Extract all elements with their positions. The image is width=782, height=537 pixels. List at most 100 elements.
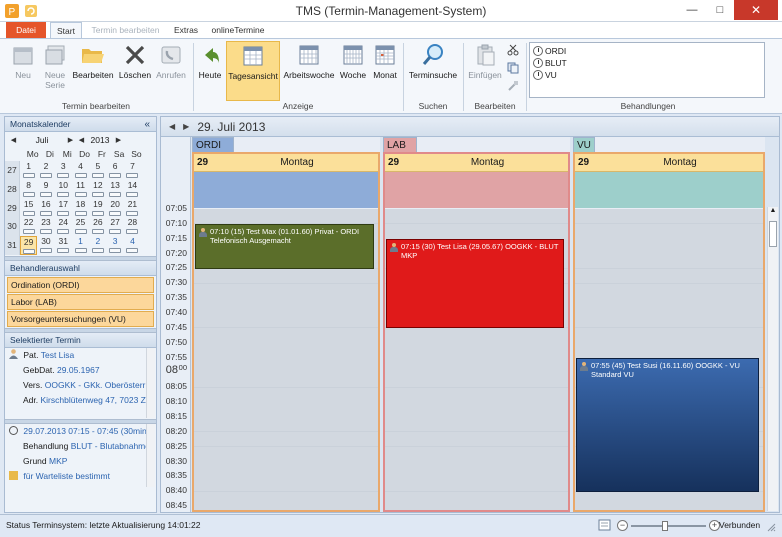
- all-day-area[interactable]: [385, 172, 568, 208]
- calendar-day[interactable]: 2: [89, 236, 106, 255]
- calendar-day[interactable]: 29: [20, 236, 38, 255]
- resource-day-body[interactable]: 29 Montag 07:55 (45) Test Susi (16.11.60) …: [573, 152, 765, 512]
- copy-icon[interactable]: [506, 61, 520, 75]
- scroll-thumb[interactable]: [769, 221, 777, 247]
- day-number: 29: [388, 157, 400, 168]
- calendar-day[interactable]: 24: [55, 217, 72, 236]
- resource-item-lab[interactable]: Labor (LAB): [7, 293, 154, 310]
- anrufen-button[interactable]: Anrufen: [155, 41, 187, 99]
- close-button[interactable]: ✕: [734, 0, 778, 20]
- calendar-day[interactable]: 6: [106, 161, 123, 180]
- terminsuche-button[interactable]: Terminsuche: [406, 41, 460, 99]
- calendar-day[interactable]: 16: [37, 199, 54, 218]
- resize-grip-icon[interactable]: [767, 523, 776, 532]
- time-slots[interactable]: 07:10 (15) Test Max (01.01.60) Privat - …: [194, 209, 378, 510]
- scroll-up-icon[interactable]: ▲: [769, 207, 777, 217]
- collapse-chevron-icon[interactable]: «: [144, 117, 150, 132]
- calendar-day[interactable]: 11: [72, 180, 89, 199]
- calendar-day[interactable]: 23: [37, 217, 54, 236]
- loeschen-button[interactable]: Löschen: [117, 41, 153, 99]
- behandlung-item[interactable]: VU: [533, 69, 761, 81]
- monat-button[interactable]: Monat: [370, 41, 400, 99]
- day-load-indicator: [57, 210, 70, 216]
- calendar-day[interactable]: 4: [124, 236, 141, 255]
- calendar-day[interactable]: 3: [55, 161, 72, 180]
- zoom-slider[interactable]: [631, 520, 706, 531]
- bearbeiten-button[interactable]: Bearbeiten: [72, 41, 114, 99]
- calendar-day[interactable]: 1: [72, 236, 89, 255]
- behandlung-item[interactable]: ORDI: [533, 45, 761, 57]
- day-load-indicator: [57, 229, 70, 235]
- calendar-day[interactable]: 19: [89, 199, 106, 218]
- zoom-slider-thumb[interactable]: [662, 520, 669, 531]
- neu-button[interactable]: Neu: [8, 41, 38, 99]
- prev-month-icon[interactable]: ◀: [9, 136, 18, 144]
- print-preview-icon[interactable]: [598, 519, 611, 531]
- day-load-indicator: [109, 248, 122, 254]
- calendar-day[interactable]: 10: [55, 180, 72, 199]
- calendar-day[interactable]: 15: [20, 199, 37, 218]
- calendar-day[interactable]: 12: [89, 180, 106, 199]
- next-day-icon[interactable]: ▶: [183, 122, 189, 131]
- calendar-day[interactable]: 26: [89, 217, 106, 236]
- calendar-day[interactable]: 31: [55, 236, 72, 255]
- calendar-day[interactable]: 9: [37, 180, 54, 199]
- details-scrollbar[interactable]: [146, 423, 155, 487]
- minimize-button[interactable]: —: [678, 0, 706, 20]
- calendar-day[interactable]: 25: [72, 217, 89, 236]
- tab-extras[interactable]: Extras: [170, 22, 202, 38]
- next-month-icon[interactable]: ▶: [66, 136, 75, 144]
- resource-tab[interactable]: ORDI: [192, 137, 234, 152]
- tab-onlinetermine[interactable]: onlineTermine: [208, 22, 268, 38]
- time-slots[interactable]: 07:15 (30) Test Lisa (29.05.67) OOGKK - …: [385, 209, 568, 510]
- resource-tab[interactable]: LAB: [383, 137, 417, 152]
- calendar-day[interactable]: 8: [20, 180, 37, 199]
- zoom-out-icon[interactable]: −: [617, 520, 628, 531]
- calendar-day[interactable]: 30: [37, 236, 54, 255]
- calendar-day[interactable]: 27: [106, 217, 123, 236]
- tagesansicht-button[interactable]: Tagesansicht: [226, 41, 280, 101]
- resource-item-vu[interactable]: Vorsorgeuntersuchungen (VU): [7, 310, 154, 327]
- resource-item-ordi[interactable]: Ordination (ORDI): [7, 276, 154, 293]
- resource-tab[interactable]: VU: [573, 137, 595, 152]
- details-scrollbar[interactable]: [146, 347, 155, 418]
- calendar-day[interactable]: 22: [20, 217, 37, 236]
- calendar-day[interactable]: 1: [20, 161, 37, 180]
- appointment[interactable]: 07:55 (45) Test Susi (16.11.60) OOGKK - …: [576, 358, 759, 492]
- calendar-day[interactable]: 7: [124, 161, 141, 180]
- behandlung-item[interactable]: BLUT: [533, 57, 761, 69]
- calendar-day[interactable]: 28: [124, 217, 141, 236]
- all-day-area[interactable]: [194, 172, 378, 208]
- appointment[interactable]: 07:10 (15) Test Max (01.01.60) Privat - …: [195, 224, 374, 269]
- prev-day-icon[interactable]: ◀: [169, 122, 175, 131]
- prev-year-icon[interactable]: ◀: [77, 136, 86, 144]
- calendar-day[interactable]: 3: [106, 236, 123, 255]
- heute-button[interactable]: Heute: [196, 41, 224, 99]
- resource-day-body[interactable]: 29 Montag 07:10 (15) Test Max (01.01.60) P…: [192, 152, 380, 512]
- all-day-area[interactable]: [575, 172, 763, 208]
- arbeitswoche-button[interactable]: Arbeitswoche: [283, 41, 335, 99]
- behandlungen-list[interactable]: ORDI BLUT VU: [529, 42, 765, 98]
- calendar-day[interactable]: 21: [124, 199, 141, 218]
- woche-button[interactable]: Woche: [338, 41, 368, 99]
- cut-scissors-icon[interactable]: [506, 43, 520, 57]
- appointment[interactable]: 07:15 (30) Test Lisa (29.05.67) OOGKK - …: [386, 239, 564, 329]
- tab-datei[interactable]: Datei: [6, 22, 46, 38]
- calendar-day[interactable]: 4: [72, 161, 89, 180]
- calendar-day[interactable]: 14: [124, 180, 141, 199]
- neue-serie-button[interactable]: Neue Serie: [40, 41, 70, 99]
- next-year-icon[interactable]: ▶: [114, 136, 123, 144]
- calendar-day[interactable]: 13: [106, 180, 123, 199]
- maximize-button[interactable]: □: [706, 0, 734, 20]
- calendar-day[interactable]: 18: [72, 199, 89, 218]
- time-slots[interactable]: 07:55 (45) Test Susi (16.11.60) OOGKK - …: [575, 209, 763, 510]
- calendar-day[interactable]: 2: [37, 161, 54, 180]
- calendar-day[interactable]: 20: [106, 199, 123, 218]
- calendar-day[interactable]: 17: [55, 199, 72, 218]
- calendar-day[interactable]: 5: [89, 161, 106, 180]
- einfuegen-button[interactable]: Einfügen: [466, 41, 504, 99]
- format-brush-icon[interactable]: [506, 79, 520, 93]
- resource-day-body[interactable]: 29 Montag 07:15 (30) Test Lisa (29.05.67) …: [383, 152, 570, 512]
- tab-start[interactable]: Start: [50, 22, 82, 38]
- calendar-scrollbar[interactable]: ▲: [767, 207, 778, 511]
